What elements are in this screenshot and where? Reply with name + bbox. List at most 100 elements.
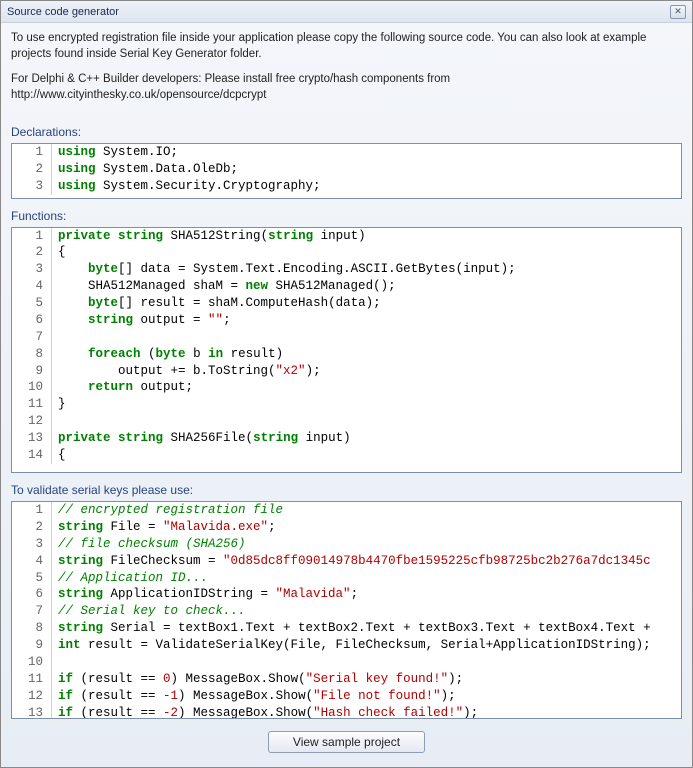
code-line: 11if (result == 0) MessageBox.Show("Seri… bbox=[12, 671, 681, 688]
code-content: if (result == -2) MessageBox.Show("Hash … bbox=[52, 705, 681, 719]
line-number: 2 bbox=[12, 244, 52, 261]
line-number: 13 bbox=[12, 430, 52, 447]
code-content: { bbox=[52, 244, 681, 261]
line-number: 8 bbox=[12, 346, 52, 363]
declarations-codebox[interactable]: 1using System.IO;2using System.Data.OleD… bbox=[11, 143, 682, 199]
code-content bbox=[52, 329, 681, 346]
line-number: 5 bbox=[12, 295, 52, 312]
code-line: 13private string SHA256File(string input… bbox=[12, 430, 681, 447]
line-number: 12 bbox=[12, 413, 52, 430]
code-line: 5 byte[] result = shaM.ComputeHash(data)… bbox=[12, 295, 681, 312]
code-content: output += b.ToString("x2"); bbox=[52, 363, 681, 380]
line-number: 4 bbox=[12, 553, 52, 570]
line-number: 1 bbox=[12, 502, 52, 519]
line-number: 1 bbox=[12, 228, 52, 245]
close-button[interactable]: ✕ bbox=[670, 5, 686, 19]
line-number: 11 bbox=[12, 671, 52, 688]
code-content: string Serial = textBox1.Text + textBox2… bbox=[52, 620, 681, 637]
code-line: 2string File = "Malavida.exe"; bbox=[12, 519, 681, 536]
line-number: 11 bbox=[12, 396, 52, 413]
code-line: 9 output += b.ToString("x2"); bbox=[12, 363, 681, 380]
code-content: string ApplicationIDString = "Malavida"; bbox=[52, 586, 681, 603]
code-content: foreach (byte b in result) bbox=[52, 346, 681, 363]
code-line: 12if (result == -1) MessageBox.Show("Fil… bbox=[12, 688, 681, 705]
code-line: 8string Serial = textBox1.Text + textBox… bbox=[12, 620, 681, 637]
validate-codebox[interactable]: 1// encrypted registration file2string F… bbox=[11, 501, 682, 719]
code-line: 3// file checksum (SHA256) bbox=[12, 536, 681, 553]
code-line: 8 foreach (byte b in result) bbox=[12, 346, 681, 363]
code-content: SHA512Managed shaM = new SHA512Managed()… bbox=[52, 278, 681, 295]
code-content: private string SHA256File(string input) bbox=[52, 430, 681, 447]
code-content: byte[] data = System.Text.Encoding.ASCII… bbox=[52, 261, 681, 278]
code-line: 4 SHA512Managed shaM = new SHA512Managed… bbox=[12, 278, 681, 295]
line-number: 2 bbox=[12, 161, 52, 178]
line-number: 10 bbox=[12, 654, 52, 671]
code-content: return output; bbox=[52, 379, 681, 396]
intro-text: To use encrypted registration file insid… bbox=[11, 31, 682, 113]
code-content bbox=[52, 413, 681, 430]
code-content: using System.Security.Cryptography; bbox=[52, 178, 681, 195]
code-line: 2{ bbox=[12, 244, 681, 261]
code-content: int result = ValidateSerialKey(File, Fil… bbox=[52, 637, 681, 654]
code-content: string FileChecksum = "0d85dc8ff09014978… bbox=[52, 553, 681, 570]
code-line: 13if (result == -2) MessageBox.Show("Has… bbox=[12, 705, 681, 719]
code-line: 7// Serial key to check... bbox=[12, 603, 681, 620]
functions-label: Functions: bbox=[11, 209, 682, 223]
line-number: 12 bbox=[12, 688, 52, 705]
code-line: 1// encrypted registration file bbox=[12, 502, 681, 519]
view-sample-project-button[interactable]: View sample project bbox=[268, 731, 425, 753]
code-content: { bbox=[52, 447, 681, 464]
code-content: // encrypted registration file bbox=[52, 502, 681, 519]
code-content: string output = ""; bbox=[52, 312, 681, 329]
code-content: if (result == -1) MessageBox.Show("File … bbox=[52, 688, 681, 705]
functions-codebox[interactable]: 1private string SHA512String(string inpu… bbox=[11, 227, 682, 474]
code-line: 10 return output; bbox=[12, 379, 681, 396]
line-number: 3 bbox=[12, 261, 52, 278]
code-content bbox=[52, 654, 681, 671]
line-number: 5 bbox=[12, 570, 52, 587]
code-line: 1using System.IO; bbox=[12, 144, 681, 161]
code-line: 4string FileChecksum = "0d85dc8ff0901497… bbox=[12, 553, 681, 570]
line-number: 10 bbox=[12, 379, 52, 396]
code-line: 14{ bbox=[12, 447, 681, 464]
code-content: using System.Data.OleDb; bbox=[52, 161, 681, 178]
line-number: 3 bbox=[12, 536, 52, 553]
line-number: 9 bbox=[12, 363, 52, 380]
line-number: 7 bbox=[12, 603, 52, 620]
code-content: byte[] result = shaM.ComputeHash(data); bbox=[52, 295, 681, 312]
intro-paragraph-1: To use encrypted registration file insid… bbox=[11, 31, 682, 62]
close-icon: ✕ bbox=[674, 6, 682, 17]
titlebar: Source code generator ✕ bbox=[1, 1, 692, 23]
line-number: 8 bbox=[12, 620, 52, 637]
code-line: 11} bbox=[12, 396, 681, 413]
code-content: } bbox=[52, 396, 681, 413]
content-area: To use encrypted registration file insid… bbox=[1, 23, 692, 767]
line-number: 13 bbox=[12, 705, 52, 719]
declarations-label: Declarations: bbox=[11, 125, 682, 139]
source-code-generator-window: Source code generator ✕ To use encrypted… bbox=[0, 0, 693, 768]
code-content: using System.IO; bbox=[52, 144, 681, 161]
code-line: 9int result = ValidateSerialKey(File, Fi… bbox=[12, 637, 681, 654]
code-line: 3using System.Security.Cryptography; bbox=[12, 178, 681, 195]
line-number: 1 bbox=[12, 144, 52, 161]
code-line: 3 byte[] data = System.Text.Encoding.ASC… bbox=[12, 261, 681, 278]
code-line: 6 string output = ""; bbox=[12, 312, 681, 329]
code-line: 12 bbox=[12, 413, 681, 430]
code-line: 2using System.Data.OleDb; bbox=[12, 161, 681, 178]
line-number: 7 bbox=[12, 329, 52, 346]
intro-paragraph-2: For Delphi & C++ Builder developers: Ple… bbox=[11, 72, 682, 103]
line-number: 6 bbox=[12, 586, 52, 603]
code-content: // file checksum (SHA256) bbox=[52, 536, 681, 553]
line-number: 9 bbox=[12, 637, 52, 654]
code-line: 6string ApplicationIDString = "Malavida"… bbox=[12, 586, 681, 603]
window-title: Source code generator bbox=[7, 6, 670, 18]
line-number: 3 bbox=[12, 178, 52, 195]
code-content: // Serial key to check... bbox=[52, 603, 681, 620]
code-line: 1private string SHA512String(string inpu… bbox=[12, 228, 681, 245]
code-content: if (result == 0) MessageBox.Show("Serial… bbox=[52, 671, 681, 688]
line-number: 4 bbox=[12, 278, 52, 295]
validate-label: To validate serial keys please use: bbox=[11, 483, 682, 497]
code-content: // Application ID... bbox=[52, 570, 681, 587]
footer: View sample project bbox=[11, 727, 682, 761]
code-line: 7 bbox=[12, 329, 681, 346]
